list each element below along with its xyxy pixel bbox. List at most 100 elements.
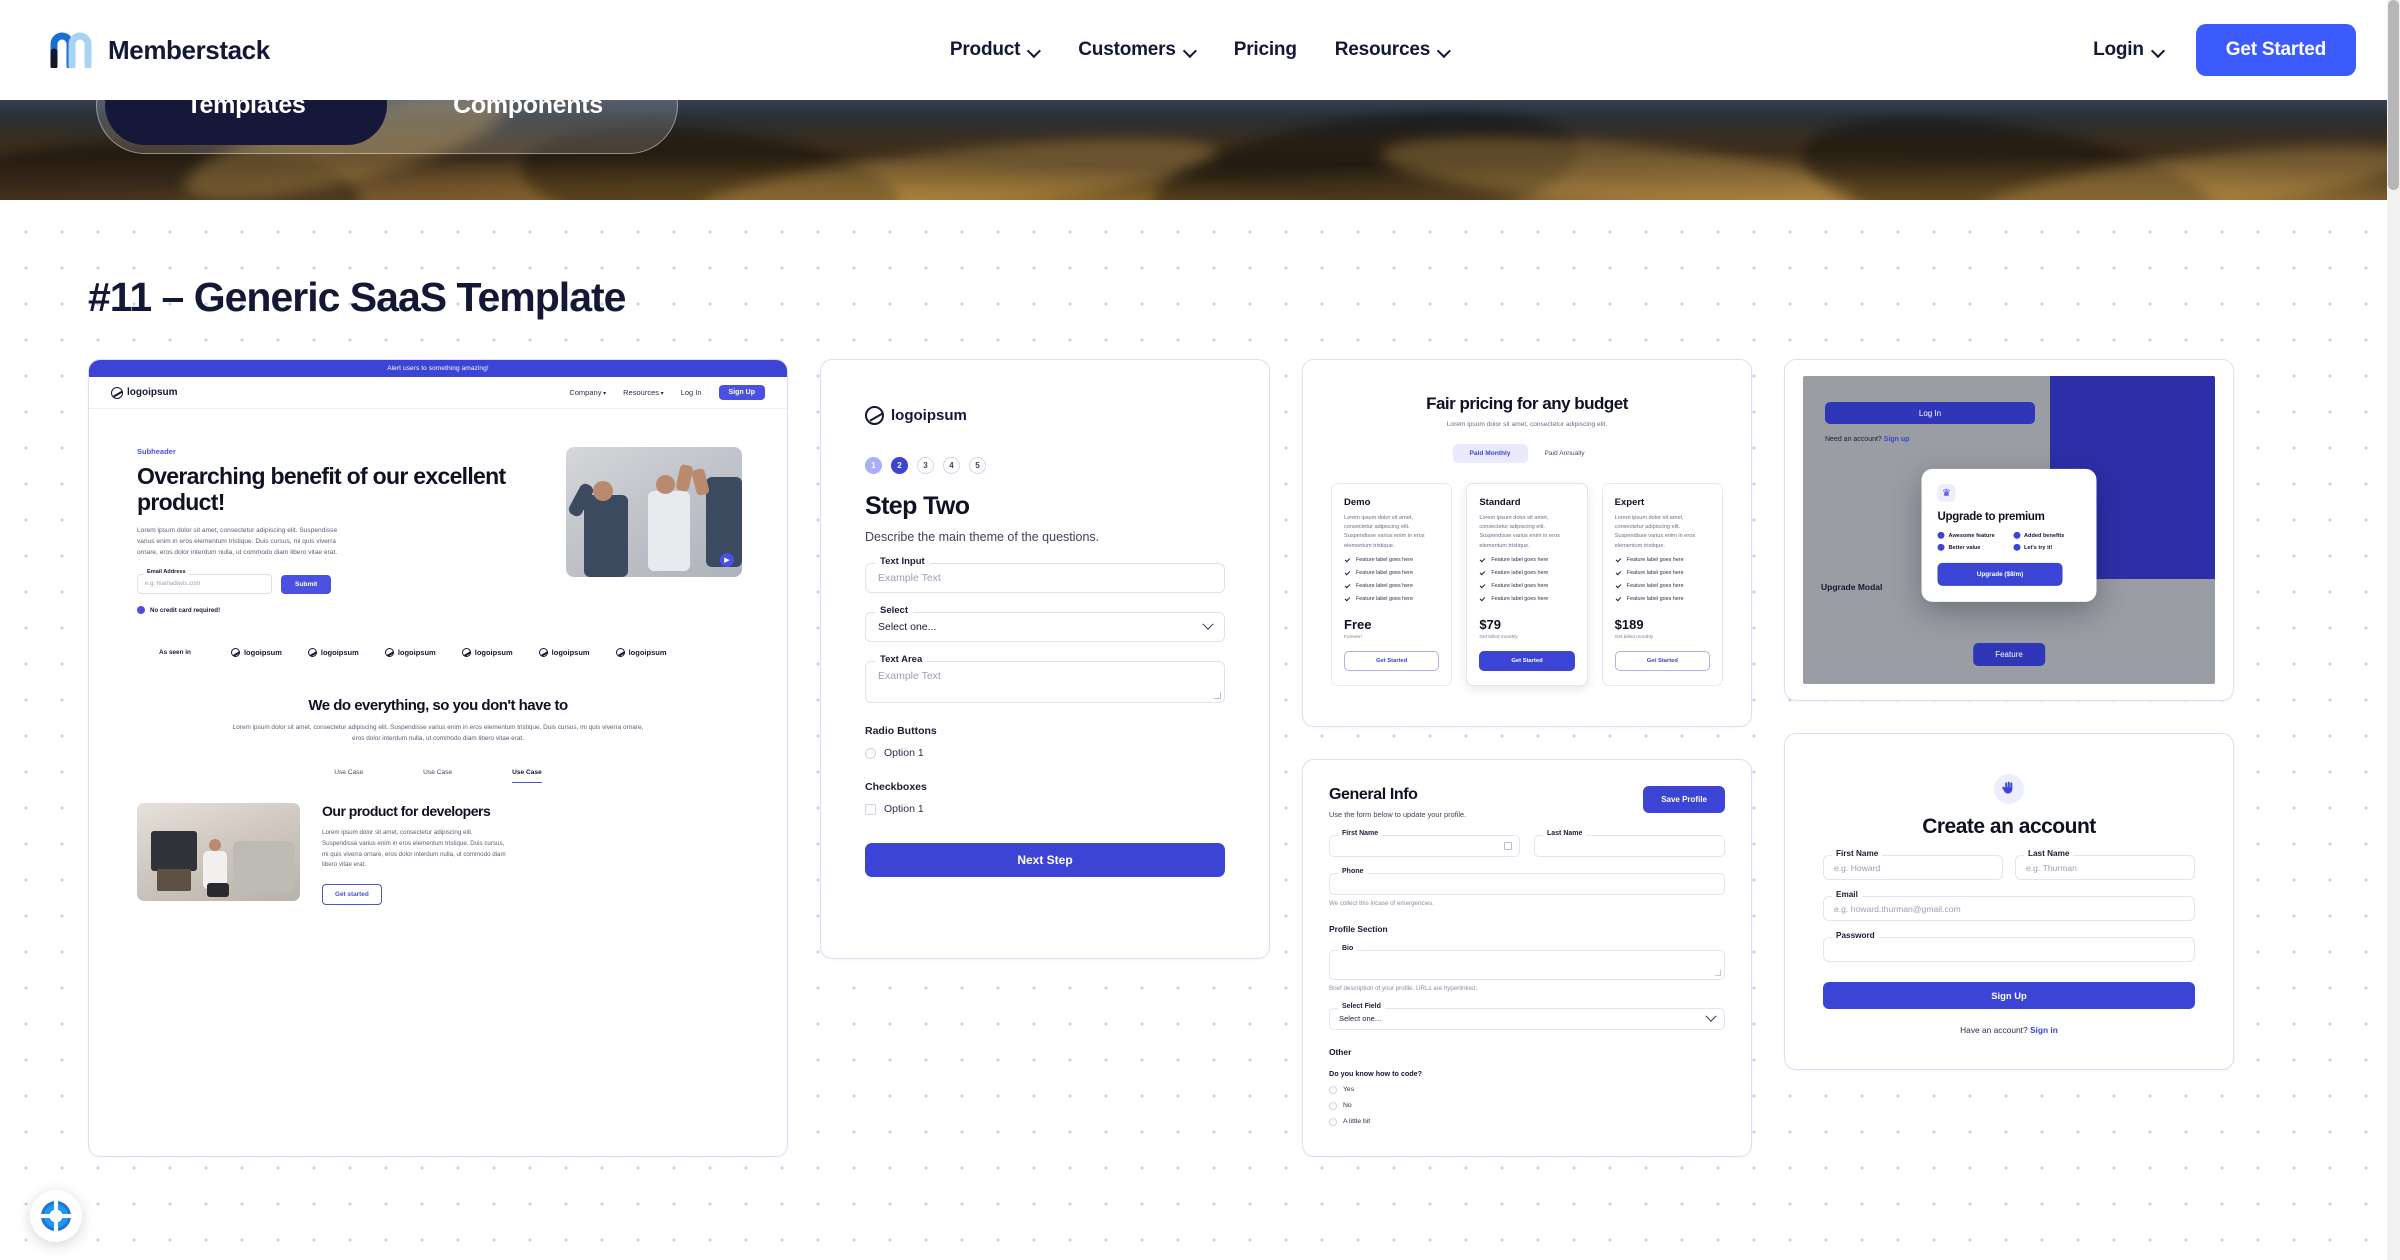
landing-subheader: Subheader — [137, 447, 176, 456]
tier-feature-label: Feature label goes here — [1356, 583, 1413, 590]
landing-nav-resources[interactable]: Resources — [623, 388, 664, 397]
profile-section-heading: Profile Section — [1329, 923, 1388, 934]
template-card-pricing[interactable]: Fair pricing for any budget Lorem ipsum … — [1302, 359, 1752, 727]
nav-item-customers[interactable]: Customers — [1078, 39, 1195, 61]
tier-cta-button[interactable]: Get Started — [1479, 650, 1575, 671]
use-case-tab-2[interactable]: Use Case — [423, 769, 452, 783]
tier-cta-button[interactable]: Get Started — [1614, 650, 1710, 671]
pricing-tier-expert[interactable]: Expert Lorem ipsum dolor sit amet, conse… — [1601, 483, 1723, 686]
login-menu[interactable]: Login — [2093, 39, 2164, 61]
step-5[interactable]: 5 — [969, 457, 986, 474]
need-account-signup-link[interactable]: Sign up — [1884, 436, 1910, 443]
pricing-tier-demo[interactable]: Demo Lorem ipsum dolor sit amet, consect… — [1331, 483, 1453, 686]
phone-label: Phone — [1338, 867, 1368, 875]
use-case-tab-3[interactable]: Use Case — [512, 769, 542, 784]
scrollbar-thumb[interactable] — [2388, 0, 2399, 190]
create-account-body: Create an account First Name e.g. Howard… — [1785, 734, 2233, 1069]
partner-logo: logoipsum — [461, 648, 513, 658]
tab-components[interactable]: Components — [387, 100, 669, 145]
get-started-button[interactable]: Get Started — [2195, 24, 2356, 76]
radio-icon[interactable] — [1329, 1085, 1337, 1094]
step-3[interactable]: 3 — [917, 457, 934, 474]
tier-description: Lorem ipsum dolor sit amet, consectetur … — [1344, 515, 1425, 549]
upgrade-feature-button[interactable]: Feature — [1973, 643, 2045, 666]
radio-option-1[interactable]: Option 1 — [865, 747, 1225, 759]
top-navigation-bar: Memberstack Product Customers Pricing Re… — [0, 0, 2400, 100]
tier-feature-label: Feature label goes here — [1626, 570, 1684, 577]
tier-description: Lorem ipsum dolor sit amet, consectetur … — [1614, 515, 1696, 549]
page-scrollbar[interactable] — [2387, 0, 2400, 1260]
template-card-landing-page[interactable]: Alert users to something amazing! logoip… — [88, 359, 788, 1157]
template-card-create-account[interactable]: Create an account First Name e.g. Howard… — [1784, 733, 2234, 1070]
signup-first-name-group: First Name e.g. Howard — [1823, 849, 2003, 880]
checkbox-option-1[interactable]: Option 1 — [865, 803, 1225, 815]
save-profile-button[interactable]: Save Profile — [1643, 785, 1725, 813]
first-name-input[interactable] — [1329, 834, 1520, 857]
step-4[interactable]: 4 — [943, 457, 960, 474]
nav-item-pricing[interactable]: Pricing — [1234, 39, 1297, 61]
code-answer-no[interactable]: No — [1329, 1101, 1725, 1110]
support-widget-button[interactable] — [30, 1190, 82, 1242]
signup-password-input[interactable] — [1823, 937, 2195, 962]
billing-toggle-monthly[interactable]: Paid Monthly — [1452, 444, 1528, 463]
signup-submit-button[interactable]: Sign Up — [1823, 982, 2195, 1009]
upgrade-feature-label: Added benefits — [2024, 532, 2065, 539]
landing-email-input[interactable]: e.g. mamadavis.com — [137, 574, 272, 595]
step-1[interactable]: 1 — [865, 457, 882, 474]
signup-email-label: Email — [1832, 890, 1862, 899]
template-card-upgrade-modal[interactable]: Log In Need an account? Sign up Upgrade … — [1784, 359, 2234, 701]
brand-logo[interactable]: Memberstack — [50, 32, 270, 70]
signin-link[interactable]: Sign in — [2030, 1025, 2058, 1035]
logoipsum-ring-icon — [461, 648, 471, 658]
landing-features-paragraph: Lorem ipsum dolor sit amet, consectetur … — [232, 724, 644, 743]
text-input-field[interactable]: Example Text — [865, 563, 1225, 593]
logoipsum-ring-icon — [111, 386, 123, 399]
billing-toggle-annually[interactable]: Paid Annually — [1528, 444, 1602, 463]
select-field-input[interactable]: Select one... — [1329, 1007, 1725, 1030]
tier-note: Get billed monthly — [1479, 634, 1518, 640]
upgrade-cta-button[interactable]: Upgrade ($8/m) — [1937, 562, 2063, 586]
signup-first-name-input[interactable]: e.g. Howard — [1823, 855, 2003, 880]
template-card-general-info[interactable]: General Info Use the form below to updat… — [1302, 758, 1752, 1157]
landing-email-field[interactable]: Email Address e.g. mamadavis.com — [137, 569, 272, 595]
upgrade-feature-label: Let's try it! — [2024, 544, 2053, 551]
tab-templates[interactable]: Templates — [105, 100, 387, 145]
partner-logo: logoipsum — [384, 648, 436, 658]
wave-hand-icon — [1994, 774, 2024, 804]
select-field[interactable]: Select one... — [865, 612, 1225, 642]
step-2[interactable]: 2 — [891, 457, 908, 474]
page-title: #11 – Generic SaaS Template — [88, 274, 626, 320]
tier-cta-button[interactable]: Get Started — [1344, 650, 1440, 671]
signup-last-name-input[interactable]: e.g. Thurman — [2015, 855, 2195, 880]
upgrade-feature-item: Better value — [1937, 543, 2006, 551]
template-card-step-form[interactable]: logoipsum 1 2 3 4 5 Step Two Describe th… — [820, 359, 1270, 959]
phone-input[interactable] — [1329, 872, 1725, 895]
nav-item-resources[interactable]: Resources — [1335, 39, 1450, 61]
pricing-tier-standard[interactable]: Standard Lorem ipsum dolor sit amet, con… — [1466, 483, 1588, 686]
upgrade-login-button[interactable]: Log In — [1825, 402, 2035, 424]
radio-icon[interactable] — [1329, 1101, 1337, 1110]
bio-textarea[interactable] — [1329, 949, 1725, 980]
nav-item-product[interactable]: Product — [950, 39, 1040, 61]
signup-email-input[interactable]: e.g. howard.thurman@gmail.com — [1823, 896, 2195, 921]
code-answer-yes[interactable]: Yes — [1329, 1085, 1725, 1094]
phone-group: Phone — [1329, 867, 1725, 895]
last-name-input[interactable] — [1534, 834, 1725, 857]
use-case-tab-1[interactable]: Use Case — [334, 769, 363, 783]
signup-password-group: Password — [1823, 931, 2195, 962]
radio-icon[interactable] — [1329, 1117, 1337, 1126]
checkbox-icon[interactable] — [865, 803, 876, 815]
text-area-field[interactable]: Example Text — [865, 661, 1225, 703]
check-icon — [1479, 557, 1486, 564]
next-step-button[interactable]: Next Step — [865, 843, 1225, 877]
landing-signup-button[interactable]: Sign Up — [718, 385, 765, 400]
landing-product-button[interactable]: Get started — [322, 883, 382, 905]
landing-nav-company[interactable]: Company — [569, 388, 606, 397]
code-answer-a-little-bit[interactable]: A little bit — [1329, 1117, 1725, 1126]
landing-submit-button[interactable]: Submit — [281, 575, 332, 595]
code-answer-no-label: No — [1343, 1102, 1352, 1110]
check-dot-icon — [1937, 543, 1945, 551]
radio-icon[interactable] — [865, 747, 876, 759]
upgrade-feature-item: Awesome feature — [1937, 531, 2006, 539]
landing-nav-login[interactable]: Log In — [681, 388, 702, 397]
